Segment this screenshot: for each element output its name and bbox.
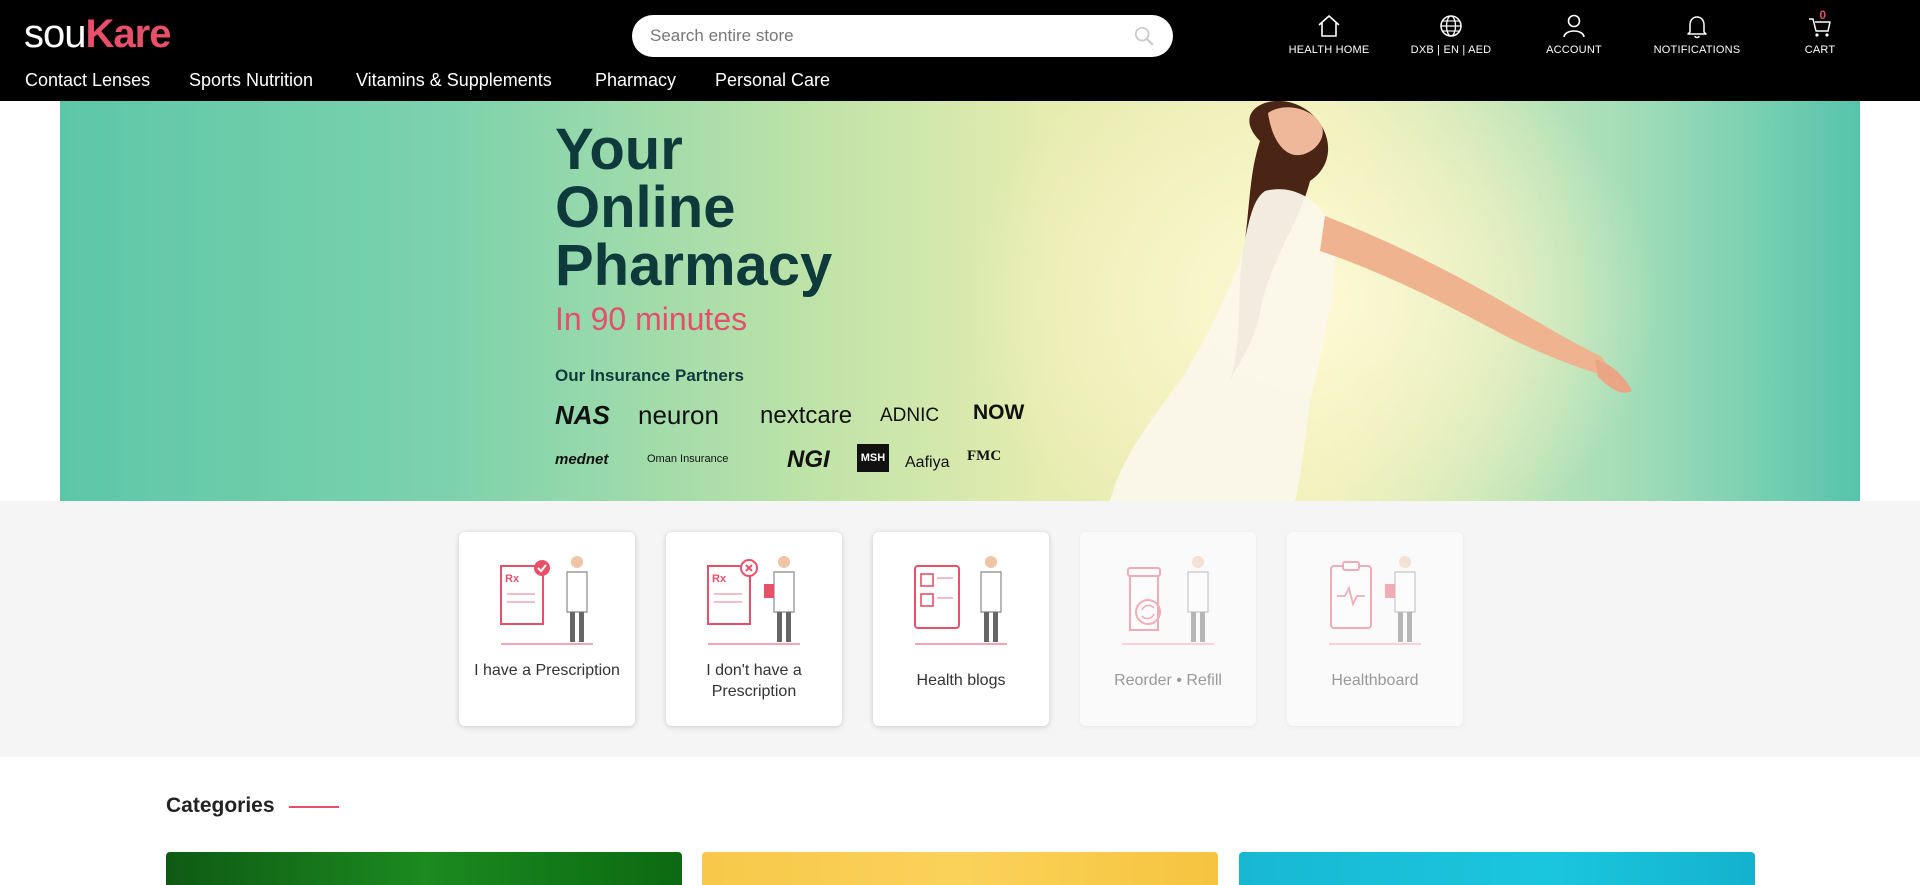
logo-text-sou: sou — [24, 12, 86, 56]
search-bar — [632, 15, 1173, 57]
locale-selector[interactable]: DXB | EN | AED — [1406, 12, 1496, 60]
insurance-partner-logos: NAS neuron nextcare ADNIC NOW mednet Oma… — [555, 396, 1025, 486]
top-header: souKare HEALTH HOME DXB | EN | AED ACCOU… — [0, 0, 1920, 101]
hero-title-line1: Your — [555, 117, 683, 182]
search-input[interactable] — [650, 15, 1120, 57]
card-no-prescription-label: I don't have a Prescription — [706, 662, 802, 700]
card-healthboard[interactable]: Healthboard — [1287, 532, 1463, 726]
search-icon[interactable] — [1133, 25, 1155, 47]
category-tile-3[interactable] — [1239, 852, 1755, 885]
hero-subtitle: In 90 minutes — [555, 301, 748, 337]
insurance-partners-heading: Our Insurance Partners — [555, 366, 744, 385]
hero-title-line3: Pharmacy — [555, 233, 833, 298]
menu-sports-nutrition[interactable]: Sports Nutrition — [189, 70, 313, 91]
svg-text:Rx: Rx — [505, 573, 520, 585]
card-healthboard-label: Healthboard — [1331, 672, 1419, 689]
menu-contact-lenses[interactable]: Contact Lenses — [25, 70, 150, 91]
notifications-label: NOTIFICATIONS — [1653, 44, 1741, 56]
categories-underline — [289, 806, 339, 808]
home-icon — [1318, 15, 1340, 37]
partner-logo-adnic: ADNIC — [880, 405, 940, 426]
woman-image — [1110, 101, 1632, 501]
health-blog-icon — [914, 556, 1007, 645]
hero-title-line2: Online — [555, 175, 736, 240]
partner-logo-oman-insurance: Oman Insurance — [647, 453, 729, 465]
card-no-prescription[interactable]: Rx I don't have a Prescription — [666, 532, 842, 726]
category-tile-2[interactable] — [702, 852, 1218, 885]
card-have-prescription-label: I have a Prescription — [474, 662, 620, 679]
reorder-refill-icon — [1122, 556, 1214, 645]
card-reorder-refill[interactable]: Reorder • Refill — [1080, 532, 1256, 726]
card-health-blogs[interactable]: Health blogs — [873, 532, 1049, 726]
partner-logo-neuron: neuron — [638, 400, 719, 430]
bell-icon — [1687, 16, 1707, 39]
locale-label: DXB | EN | AED — [1410, 44, 1492, 56]
category-tile-1[interactable] — [166, 852, 682, 885]
account-label: ACCOUNT — [1546, 44, 1602, 56]
hero-title: Your Online Pharmacy — [555, 121, 975, 295]
menu-personal-care[interactable]: Personal Care — [715, 70, 830, 91]
hero-banner[interactable]: Your Online Pharmacy In 90 minutes Our I… — [60, 101, 1860, 501]
user-icon — [1563, 14, 1585, 38]
logo-text-kare: Kare — [85, 12, 172, 56]
partner-logo-now: NOW — [973, 401, 1025, 424]
partner-logo-mednet: mednet — [555, 451, 609, 468]
cart-link[interactable]: 0 CART — [1796, 8, 1844, 60]
partner-logo-ngi: NGI — [787, 446, 830, 473]
menu-pharmacy[interactable]: Pharmacy — [595, 70, 676, 91]
health-home-label: HEALTH HOME — [1288, 44, 1370, 56]
healthboard-icon — [1329, 556, 1421, 645]
globe-icon — [1440, 15, 1462, 37]
card-have-prescription[interactable]: Rx I have a Prescription — [459, 532, 635, 726]
prescription-cross-icon: Rx — [707, 556, 800, 645]
cart-count-badge: 0 — [1819, 8, 1827, 22]
soukare-logo[interactable]: souKare — [24, 12, 172, 56]
prescription-check-icon: Rx — [500, 556, 593, 645]
notifications-link[interactable]: NOTIFICATIONS — [1646, 12, 1748, 60]
account-link[interactable]: ACCOUNT — [1529, 12, 1619, 60]
cart-label: CART — [1804, 44, 1836, 56]
menu-vitamins-supplements[interactable]: Vitamins & Supplements — [356, 70, 552, 91]
partner-logo-nas: NAS — [555, 400, 610, 430]
health-home-link[interactable]: HEALTH HOME — [1284, 12, 1374, 60]
categories-heading: Categories — [166, 794, 275, 817]
svg-text:Rx: Rx — [712, 573, 727, 585]
partner-logo-aafiya: Aafiya — [905, 454, 950, 471]
card-reorder-refill-label: Reorder • Refill — [1114, 672, 1222, 689]
partner-logo-fmc: FMC — [967, 448, 1002, 464]
card-health-blogs-label: Health blogs — [916, 672, 1006, 689]
partner-logo-msh: MSH — [857, 444, 889, 472]
partner-logo-nextcare: nextcare — [760, 402, 853, 429]
